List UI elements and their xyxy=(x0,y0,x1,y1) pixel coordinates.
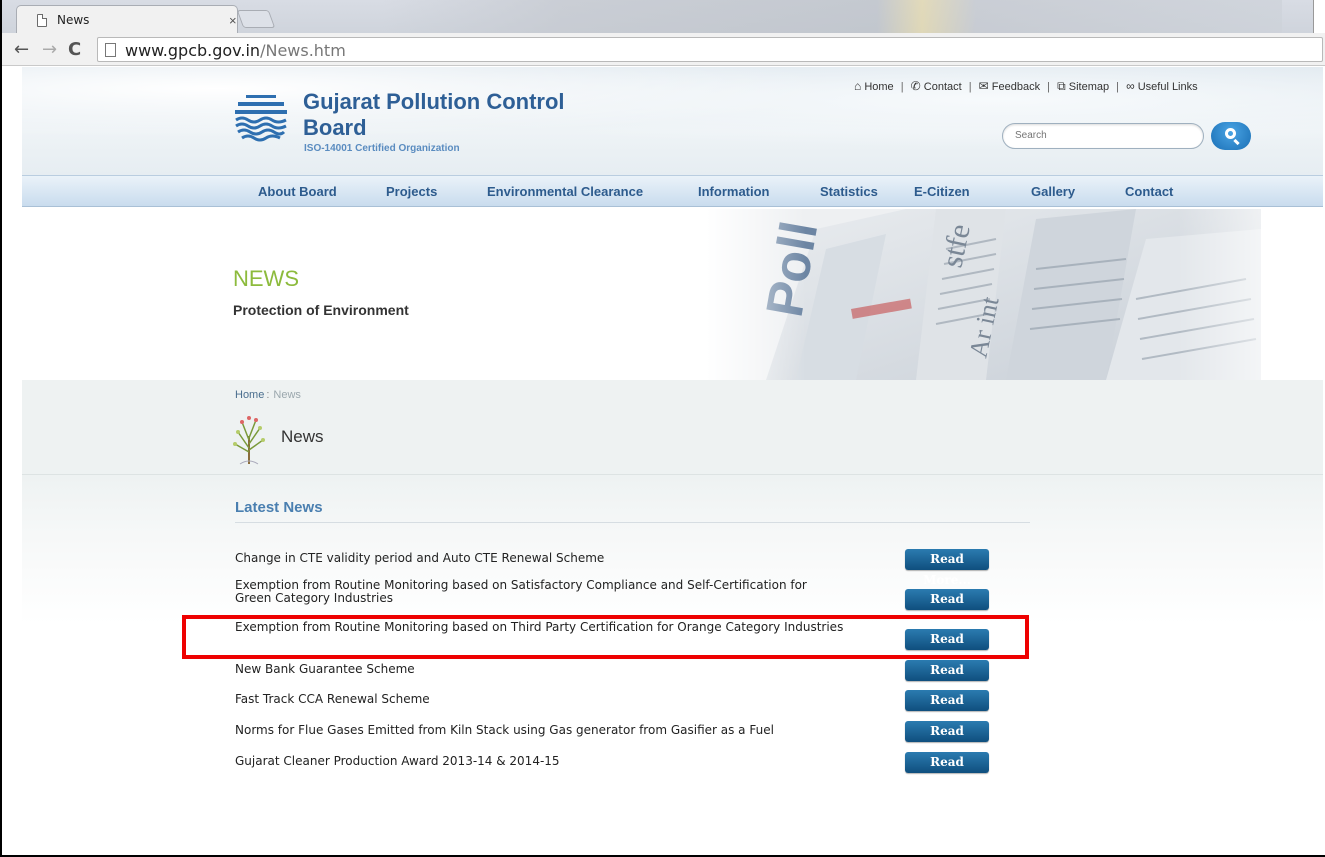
tab-title: News xyxy=(57,13,90,27)
banner-title: NEWS xyxy=(233,266,299,291)
breadcrumb-current: News xyxy=(273,389,301,401)
util-link-contact[interactable]: Contact xyxy=(924,81,962,93)
site-header: Gujarat Pollution Control Board ISO-1400… xyxy=(22,67,1323,175)
page-banner: NEWS Protection of Environment xyxy=(22,207,1323,380)
read-more-button[interactable]: Read More... xyxy=(905,549,989,587)
page-icon xyxy=(105,43,116,57)
search-icon xyxy=(1225,128,1236,139)
read-more-button[interactable]: Read More... xyxy=(905,721,989,759)
util-link-feedback[interactable]: Feedback xyxy=(992,81,1040,93)
banner-subtitle: Protection of Environment xyxy=(233,302,409,318)
close-tab-icon[interactable]: × xyxy=(229,13,237,28)
main-nav: About Board Projects Environmental Clear… xyxy=(22,175,1323,207)
nav-contact[interactable]: Contact xyxy=(1125,184,1173,199)
forward-arrow-icon[interactable]: → xyxy=(42,39,57,60)
news-item[interactable]: Fast Track CCA Renewal Scheme xyxy=(235,693,845,706)
window-edge xyxy=(1313,0,1325,33)
read-more-button[interactable]: Read More... xyxy=(905,690,989,728)
read-more-button[interactable]: Read More... xyxy=(905,589,989,627)
breadcrumb-area: Home: News News xyxy=(22,380,1323,475)
mail-icon: ✉ xyxy=(978,79,989,93)
gpcb-logo-icon[interactable] xyxy=(234,93,288,151)
search-field[interactable] xyxy=(1002,123,1204,149)
search-input[interactable] xyxy=(1015,130,1185,141)
page-icon xyxy=(37,14,47,27)
browser-chrome: News × ← → C www.gpcb.gov.in/News.htm xyxy=(2,0,1325,66)
read-more-button[interactable]: Read More... xyxy=(905,660,989,698)
nav-projects[interactable]: Projects xyxy=(386,184,437,199)
nav-statistics[interactable]: Statistics xyxy=(820,184,878,199)
address-bar[interactable]: www.gpcb.gov.in/News.htm xyxy=(97,37,1323,62)
nav-about-board[interactable]: About Board xyxy=(258,184,337,199)
news-item[interactable]: Gujarat Cleaner Production Award 2013-14… xyxy=(235,755,845,768)
read-more-button[interactable]: Read More... xyxy=(905,752,989,790)
link-icon: ∞ xyxy=(1126,79,1135,93)
nav-environmental-clearance[interactable]: Environmental Clearance xyxy=(487,184,643,199)
breadcrumb: Home: News xyxy=(235,389,301,401)
page-title: News xyxy=(281,427,324,446)
tab-strip-background xyxy=(382,0,1282,33)
reload-icon[interactable]: C xyxy=(68,39,81,60)
nav-e-citizen[interactable]: E-Citizen xyxy=(914,184,970,199)
highlight-box xyxy=(182,615,1029,659)
nav-gallery[interactable]: Gallery xyxy=(1031,184,1075,199)
browser-tab-news[interactable]: News × xyxy=(16,5,238,33)
news-item[interactable]: Norms for Flue Gases Emitted from Kiln S… xyxy=(235,724,845,737)
breadcrumb-home[interactable]: Home xyxy=(235,389,264,401)
website: Gujarat Pollution Control Board ISO-1400… xyxy=(22,67,1323,790)
news-item[interactable]: Change in CTE validity period and Auto C… xyxy=(235,552,845,565)
org-name[interactable]: Gujarat Pollution Control Board xyxy=(303,89,603,141)
util-link-useful-links[interactable]: Useful Links xyxy=(1138,81,1198,93)
browser-toolbar: ← → C www.gpcb.gov.in/News.htm xyxy=(2,33,1325,66)
nav-information[interactable]: Information xyxy=(698,184,770,199)
newspaper-image: Poll stfe Ar int xyxy=(706,209,1261,380)
news-item[interactable]: Exemption from Routine Monitoring based … xyxy=(235,579,845,605)
new-tab-button[interactable] xyxy=(236,10,276,28)
tree-icon xyxy=(233,416,265,465)
search-button[interactable] xyxy=(1211,122,1251,150)
home-icon: ⌂ xyxy=(854,79,862,93)
tab-strip: News × xyxy=(2,0,1325,33)
back-arrow-icon[interactable]: ← xyxy=(14,39,29,60)
news-item[interactable]: New Bank Guarantee Scheme xyxy=(235,663,845,676)
utility-links: ⌂ Home | ✆ Contact | ✉ Feedback | ⧉ Site… xyxy=(854,79,1198,93)
url-text: www.gpcb.gov.in/News.htm xyxy=(125,41,346,60)
util-link-sitemap[interactable]: Sitemap xyxy=(1069,81,1109,93)
phone-icon: ✆ xyxy=(910,79,921,93)
sitemap-icon: ⧉ xyxy=(1057,79,1066,93)
org-tagline: ISO-14001 Certified Organization xyxy=(304,143,460,154)
util-link-home[interactable]: Home xyxy=(864,81,893,93)
